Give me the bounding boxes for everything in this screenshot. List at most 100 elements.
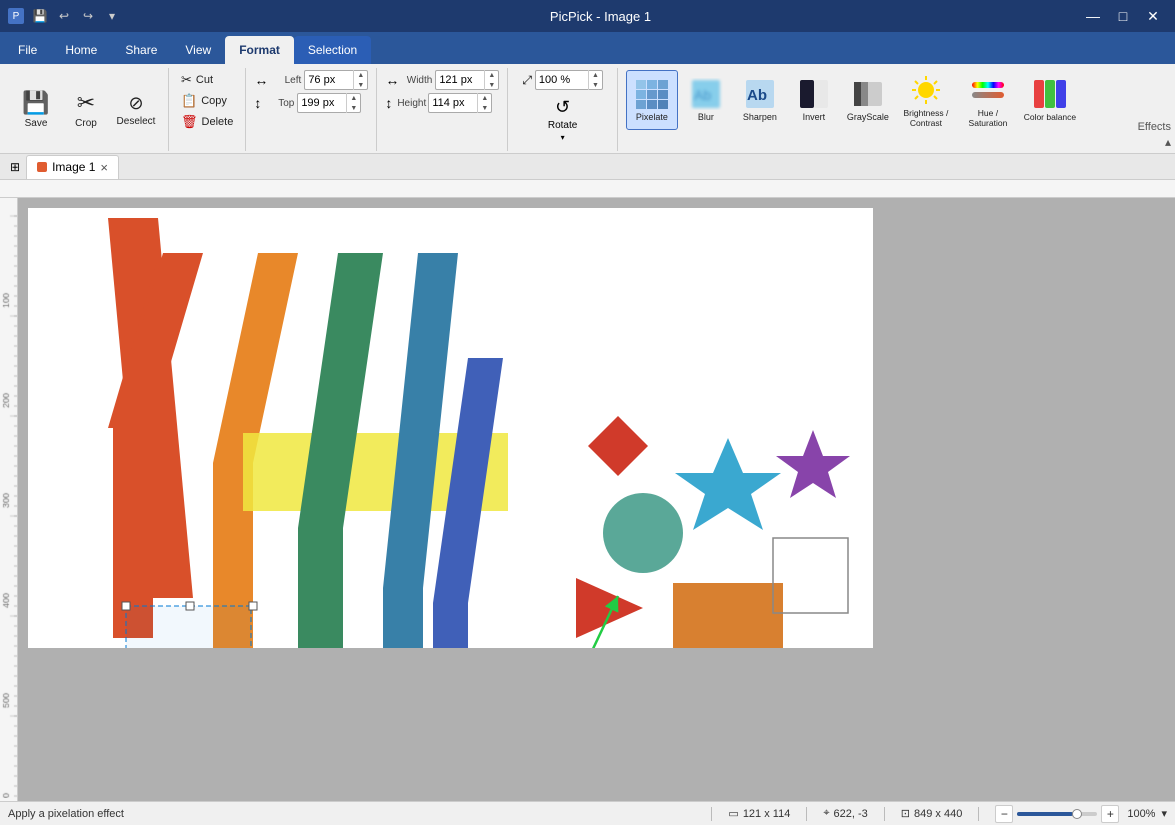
ruler-horizontal: // Ticks rendered dynamically <box>0 180 1175 198</box>
scale-input[interactable] <box>536 74 588 86</box>
status-sep-3 <box>884 807 885 821</box>
zoom-slider[interactable] <box>1017 812 1097 816</box>
top-row: ↕ Top ▲ ▼ <box>254 93 368 113</box>
tab-view[interactable]: View <box>171 36 225 64</box>
tab-home[interactable]: Home <box>51 36 111 64</box>
brightness-icon <box>908 74 944 106</box>
ribbon-group-file: 💾 Save ✂ Crop ⊘ Deselect <box>4 68 169 151</box>
scale-spin-up[interactable]: ▲ <box>588 70 602 80</box>
tab-label: Image 1 <box>52 160 95 174</box>
clipboard-btns: ✂ Cut 📋 Copy 🗑 Delete <box>177 70 237 132</box>
width-input-wrap: ▲ ▼ <box>435 70 499 90</box>
width-spin-down[interactable]: ▼ <box>484 80 498 90</box>
crop-button[interactable]: ✂ Crop <box>62 86 110 133</box>
width-label: Width <box>404 75 432 86</box>
cut-button[interactable]: ✂ Cut <box>177 70 237 90</box>
ribbon-tabs: File Home Share View Format Selection <box>0 32 1175 64</box>
effects-btns: Pixelate Ab Blur <box>626 70 1080 132</box>
save-icon: 💾 <box>22 90 49 116</box>
tab-file[interactable]: File <box>4 36 51 64</box>
height-label: Height <box>397 98 425 109</box>
file-btns: 💾 Save ✂ Crop ⊘ Deselect <box>12 70 160 149</box>
width-row: ↔ Width ▲ ▼ <box>385 70 499 90</box>
status-image-size: ⊡ 849 x 440 <box>901 807 963 820</box>
top-pos-icon: ↕ <box>254 95 261 111</box>
minimize-btn[interactable]: — <box>1079 5 1107 27</box>
height-icon: ↕ <box>385 95 392 111</box>
cursor-icon: ⌖ <box>823 807 829 820</box>
copy-icon: 📋 <box>181 93 197 109</box>
color-balance-button[interactable]: Color balance <box>1020 70 1080 130</box>
app-icon: P <box>8 8 24 24</box>
scale-inputs: ⤢ ▲ ▼ ↺ Rotate ▾ <box>516 70 609 146</box>
close-btn[interactable]: ✕ <box>1139 5 1167 27</box>
width-input[interactable] <box>436 74 484 86</box>
window-controls: — □ ✕ <box>1079 5 1167 27</box>
undo-btn[interactable]: ↩ <box>54 6 74 26</box>
ruler-vertical <box>0 198 18 801</box>
image-tab[interactable]: Image 1 × <box>26 155 119 179</box>
copy-button[interactable]: 📋 Copy <box>177 91 237 111</box>
crop-icon: ✂ <box>77 90 95 116</box>
maximize-btn[interactable]: □ <box>1109 5 1137 27</box>
deselect-icon: ⊘ <box>128 93 143 114</box>
quick-access-dropdown[interactable]: ▾ <box>102 6 122 26</box>
brightness-button[interactable]: Brightness / Contrast <box>896 70 956 132</box>
status-selection-size: ▭ 121 x 114 <box>728 807 790 820</box>
ruler-v-canvas <box>0 198 18 798</box>
hue-saturation-button[interactable]: Hue / Saturation <box>958 70 1018 132</box>
status-bar: Apply a pixelation effect ▭ 121 x 114 ⌖ … <box>0 801 1175 825</box>
canvas-container[interactable]: Shapes LINE Curved Arrow with text <box>18 198 1175 801</box>
svg-text:Ab: Ab <box>747 87 767 104</box>
pixelate-button[interactable]: Pixelate <box>626 70 678 130</box>
width-spin-up[interactable]: ▲ <box>484 70 498 80</box>
cut-icon: ✂ <box>181 72 192 88</box>
blur-button[interactable]: Ab Blur <box>680 70 732 130</box>
grayscale-button[interactable]: GrayScale <box>842 70 894 130</box>
tab-selection[interactable]: Selection <box>294 36 371 64</box>
zoom-dropdown[interactable]: ▾ <box>1161 807 1167 820</box>
save-quick-btn[interactable]: 💾 <box>30 6 50 26</box>
zoom-thumb[interactable] <box>1072 809 1082 819</box>
left-spin-up[interactable]: ▲ <box>353 70 367 80</box>
zoom-in-btn[interactable]: + <box>1101 805 1119 823</box>
top-label: Top <box>266 98 294 109</box>
tab-format[interactable]: Format <box>225 36 294 64</box>
redo-btn[interactable]: ↪ <box>78 6 98 26</box>
height-input[interactable] <box>429 97 477 109</box>
blur-icon: Ab <box>688 78 724 110</box>
scale-spin-down[interactable]: ▼ <box>588 80 602 90</box>
ribbon-group-effects: Pixelate Ab Blur <box>618 68 1134 151</box>
rotate-dropdown-arrow: ▾ <box>561 133 565 142</box>
delete-button[interactable]: 🗑 Delete <box>177 112 237 132</box>
tab-share[interactable]: Share <box>111 36 171 64</box>
left-row: ↔ Left ▲ ▼ <box>254 70 368 90</box>
left-input[interactable] <box>305 74 353 86</box>
deselect-button[interactable]: ⊘ Deselect <box>112 89 160 131</box>
ribbon-group-scale: ⤢ ▲ ▼ ↺ Rotate ▾ <box>508 68 618 151</box>
ribbon-collapse-btn[interactable]: ▴ <box>1138 135 1171 149</box>
zoom-out-btn[interactable]: − <box>995 805 1013 823</box>
ribbon-group-clipboard: ✂ Cut 📋 Copy 🗑 Delete <box>169 68 246 151</box>
multi-tab-btn[interactable]: ⊞ <box>4 155 26 179</box>
height-spin-down[interactable]: ▼ <box>477 103 491 113</box>
sharpen-button[interactable]: Ab Sharpen <box>734 70 786 130</box>
image-canvas: Shapes LINE Curved Arrow with text <box>28 208 873 648</box>
top-input[interactable] <box>298 97 346 109</box>
tab-close-btn[interactable]: × <box>100 160 108 175</box>
top-spin-down[interactable]: ▼ <box>346 103 360 113</box>
left-spin-down[interactable]: ▼ <box>353 80 367 90</box>
zoom-bar: − + 100% ▾ <box>995 805 1167 823</box>
height-row: ↕ Height ▲ ▼ <box>385 93 499 113</box>
canvas-inner: Shapes LINE Curved Arrow with text <box>28 208 873 648</box>
invert-button[interactable]: Invert <box>788 70 840 130</box>
top-spin-up[interactable]: ▲ <box>346 93 360 103</box>
left-label: Left <box>273 75 301 86</box>
sharpen-icon: Ab <box>742 78 778 110</box>
width-icon: ↔ <box>385 72 399 88</box>
save-button[interactable]: 💾 Save <box>12 86 60 133</box>
selection-size-icon: ▭ <box>728 807 738 820</box>
rotate-button[interactable]: ↺ Rotate ▾ <box>522 93 603 146</box>
pixelate-icon <box>634 78 670 110</box>
height-spin-up[interactable]: ▲ <box>477 93 491 103</box>
